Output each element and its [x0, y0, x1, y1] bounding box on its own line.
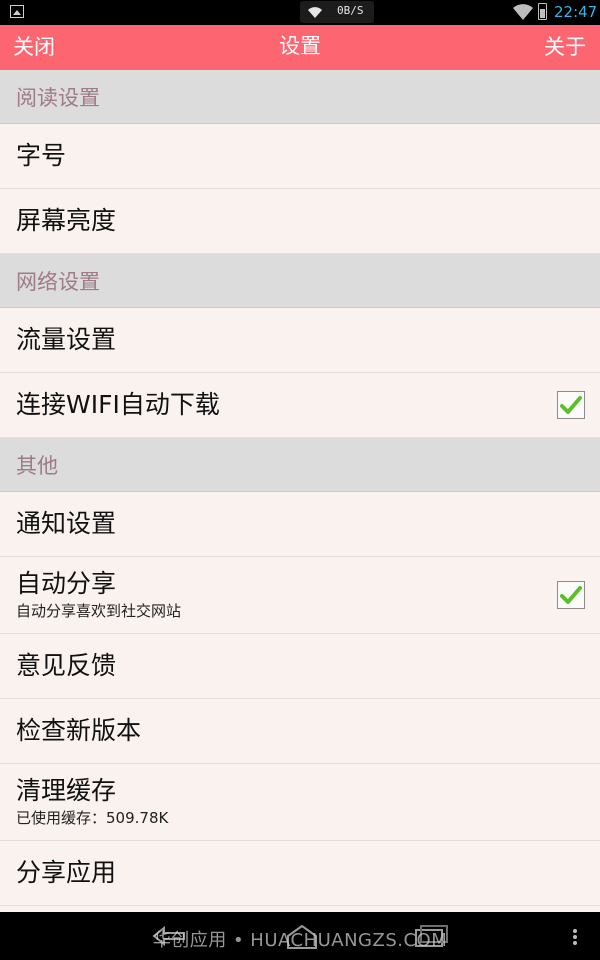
setting-share-app[interactable]: 分享应用	[0, 841, 600, 906]
section-header-reading: 阅读设置	[0, 70, 600, 124]
setting-clear-cache[interactable]: 清理缓存 已使用缓存：509.78K	[0, 764, 600, 841]
clock: 22:47	[554, 3, 598, 21]
setting-traffic[interactable]: 流量设置	[0, 308, 600, 373]
menu-icon[interactable]	[572, 928, 578, 946]
setting-label: 意见反馈	[16, 651, 117, 680]
setting-label: 清理缓存	[16, 776, 117, 805]
setting-wifi-auto-download[interactable]: 连接WIFI自动下载	[0, 373, 600, 438]
setting-label: 自动分享	[16, 569, 117, 598]
image-notification-icon	[10, 5, 24, 18]
section-header-other: 其他	[0, 438, 600, 492]
setting-brightness[interactable]: 屏幕亮度	[0, 189, 600, 254]
setting-font-size[interactable]: 字号	[0, 124, 600, 189]
watermark: 华创应用 • HUACHUANGZS.COM	[152, 930, 448, 951]
setting-label: 连接WIFI自动下载	[16, 390, 220, 419]
battery-icon	[538, 3, 547, 20]
setting-description: 自动分享喜欢到社交网站	[16, 602, 182, 620]
wifi-small-icon	[308, 7, 322, 19]
page-title: 设置	[279, 34, 321, 58]
setting-auto-share[interactable]: 自动分享 自动分享喜欢到社交网站	[0, 557, 600, 634]
auto-share-checkbox[interactable]	[557, 581, 585, 609]
setting-label: 分享应用	[16, 858, 117, 887]
wifi-download-checkbox[interactable]	[557, 391, 585, 419]
checkmark-icon	[560, 586, 582, 604]
setting-feedback[interactable]: 意见反馈	[0, 634, 600, 699]
about-button[interactable]: 关于	[544, 34, 586, 60]
section-header-network: 网络设置	[0, 254, 600, 308]
title-bar: 关闭 设置 关于	[0, 25, 600, 70]
cache-size: 已使用缓存：509.78K	[16, 809, 169, 827]
navigation-bar: 华创应用 • HUACHUANGZS.COM	[0, 912, 600, 960]
setting-notification[interactable]: 通知设置	[0, 492, 600, 557]
settings-list: 阅读设置 字号 屏幕亮度 网络设置 流量设置 连接WIFI自动下载 其他 通知设…	[0, 70, 600, 906]
network-speed: 0B/S	[337, 4, 364, 17]
setting-label: 流量设置	[16, 325, 117, 354]
setting-label: 屏幕亮度	[16, 206, 117, 235]
setting-label: 通知设置	[16, 509, 117, 538]
status-bar: 0B/S 22:47	[0, 0, 600, 25]
checkmark-icon	[560, 396, 582, 414]
setting-label: 字号	[16, 141, 67, 170]
setting-check-update[interactable]: 检查新版本	[0, 699, 600, 764]
wifi-icon	[513, 4, 533, 20]
setting-label: 检查新版本	[16, 716, 142, 745]
